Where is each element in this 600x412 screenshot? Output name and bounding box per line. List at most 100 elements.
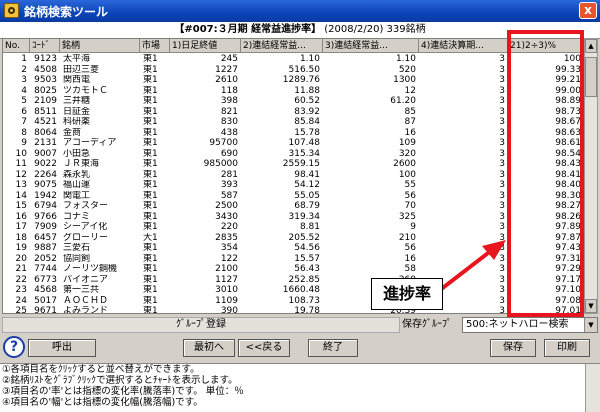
grid-vertical-scrollbar[interactable]: ▲ ▼ — [584, 38, 598, 314]
cell-recurring-plan: 2600 — [393, 159, 416, 169]
cell-close: 118 — [220, 85, 238, 96]
save-group-select[interactable]: 500:ネットハロー検索 ▼ — [462, 317, 598, 333]
back-button[interactable]: <<戻る — [238, 339, 290, 357]
print-button[interactable]: 印刷 — [544, 339, 590, 357]
call-button[interactable]: 呼出 — [28, 339, 96, 357]
cell-no: 7 — [21, 117, 27, 127]
cell-no: 13 — [15, 180, 27, 190]
table-row[interactable]: 17 7909 シーアイ化 東1 220 8.81 9 3 97.89 — [3, 222, 583, 233]
button-row: ? 呼出 最初へ <<戻る 終了 保存 印刷 — [0, 336, 600, 362]
table-row[interactable]: 4 8025 ツカモトＣ 東1 118 11.88 12 3 99.00 — [3, 85, 583, 97]
cell-fiscal: 3 — [499, 211, 505, 222]
table-row[interactable]: 20 2052 協同飼 東1 122 15.57 16 3 97.31 — [3, 253, 583, 265]
cell-market: 東1 — [143, 117, 158, 127]
table-row[interactable]: 7 4521 科研薬 東1 830 85.84 87 3 98.67 — [3, 117, 583, 128]
help-scrollbar[interactable] — [585, 364, 600, 412]
table-row[interactable]: 25 9671 よみランド 東1 390 19.78 20.39 3 97.01 — [3, 306, 583, 314]
column-header[interactable]: 1)日足終値 — [170, 39, 241, 53]
cell-recurring-plan: 1.10 — [395, 54, 416, 64]
cell-name: 三井糖 — [63, 96, 91, 106]
scroll-up-icon[interactable]: ▲ — [585, 39, 597, 53]
cell-name: フォスター — [63, 201, 109, 211]
table-row[interactable]: 245017ＡＯＣＨＤ東11109108.73112397.08 — [3, 296, 583, 307]
help-icon[interactable]: ? — [3, 336, 25, 358]
cell-code: 2131 — [34, 138, 57, 148]
cell-name: コナミ — [63, 211, 91, 222]
cell-close: 281 — [220, 169, 238, 180]
cell-recurring-forecast: 54.12 — [294, 180, 320, 190]
scroll-down-icon[interactable]: ▼ — [585, 299, 597, 313]
column-header[interactable]: 4)連結決算期... — [419, 39, 508, 53]
scroll-thumb[interactable] — [585, 57, 597, 97]
table-row[interactable]: 16 9766 コナミ 東1 3430 319.34 325 3 98.26 — [3, 211, 583, 223]
cell-code: 6457 — [34, 232, 57, 243]
table-row[interactable]: 10 9007 小田急 東1 690 315.34 320 3 98.54 — [3, 148, 583, 160]
cell-market: 大1 — [143, 232, 158, 243]
column-header[interactable]: 2)連結経常益... — [241, 39, 323, 53]
table-row[interactable]: 13 9075 福山運 東1 393 54.12 55 3 98.40 — [3, 180, 583, 191]
cell-recurring-forecast: 252.85 — [288, 274, 321, 285]
table-row[interactable]: 234568第一三共東130101660.481710397.10 — [3, 285, 583, 296]
cell-recurring-plan: 9 — [410, 222, 416, 232]
table-row[interactable]: 9 2131 アコーディア 東1 95700 107.48 109 3 98.61 — [3, 138, 583, 149]
cell-code: 2264 — [34, 169, 57, 180]
table-row[interactable]: 3 9503 関西電 東1 2610 1289.76 1300 3 99.21 — [3, 75, 583, 86]
first-button[interactable]: 最初へ — [183, 339, 235, 357]
column-header[interactable]: No. — [3, 39, 30, 53]
group-register-button[interactable]: ｸﾞﾙｰﾌﾟ登録 — [2, 317, 400, 333]
results-grid[interactable]: No. ｺｰﾄﾞ 銘柄 市場 1)日足終値 2)連結経常益... 3)連結経常益... 4)連… — [2, 38, 584, 314]
column-header[interactable]: 3)連結経常益... — [323, 39, 419, 53]
table-row[interactable]: 8 8064 金商 東1 438 15.78 16 3 98.63 — [3, 127, 583, 139]
cell-market: 東1 — [143, 138, 158, 148]
table-row[interactable]: 14 1942 関電工 東1 587 55.05 56 3 98.30 — [3, 191, 583, 202]
app-icon — [4, 3, 19, 18]
cell-code: 4508 — [34, 64, 57, 75]
table-row[interactable]: 2 4508 田辺三菱 東1 1227 516.50 520 3 99.33 — [3, 64, 583, 76]
cell-name: アコーディア — [63, 138, 117, 148]
cell-code: 2109 — [34, 96, 57, 106]
cell-market: 東1 — [143, 274, 158, 285]
cell-fiscal: 3 — [499, 169, 505, 180]
cell-code: 9022 — [34, 159, 57, 169]
cell-name: よみランド — [63, 306, 109, 314]
cell-recurring-forecast: 15.57 — [294, 253, 320, 264]
close-button[interactable]: x — [579, 2, 597, 19]
cell-recurring-forecast: 68.79 — [294, 201, 320, 211]
cell-recurring-plan: 55 — [404, 180, 416, 190]
cell-code: 9007 — [34, 148, 57, 159]
table-row[interactable]: 5 2109 三井糖 東1 398 60.52 61.20 3 98.89 — [3, 96, 583, 107]
table-row[interactable]: 18 6457 グローリー 大1 2835 205.52 210 3 97.87 — [3, 232, 583, 244]
search-name: 【#007:３月期 経常益進捗率】 — [174, 24, 322, 35]
chevron-down-icon[interactable]: ▼ — [584, 318, 597, 332]
cell-no: 11 — [15, 159, 27, 169]
column-header[interactable]: 銘柄 — [60, 39, 140, 53]
cell-name: 小田急 — [63, 148, 91, 159]
cell-name: 日証金 — [63, 106, 91, 117]
cell-fiscal: 3 — [499, 106, 505, 117]
table-row[interactable]: 11 9022 ＪＲ東海 東1 985000 2559.15 2600 3 98.43 — [3, 159, 583, 170]
cell-recurring-plan: 16 — [404, 253, 416, 264]
cell-fiscal: 3 — [499, 201, 505, 211]
table-row[interactable]: 21 7744 ノーリツ鋼機 東1 2100 56.43 58 3 97.29 — [3, 264, 583, 275]
cell-name: グローリー — [63, 232, 109, 243]
end-button[interactable]: 終了 — [308, 339, 358, 357]
cell-no: 17 — [15, 222, 27, 232]
table-row[interactable]: 6 8511 日証金 東1 821 83.92 85 3 98.73 — [3, 106, 583, 118]
cell-name: 森永乳 — [63, 169, 91, 180]
cell-code: 8064 — [34, 127, 57, 138]
cell-code: 8025 — [34, 85, 57, 96]
table-row[interactable]: 12 2264 森永乳 東1 281 98.41 100 3 98.41 — [3, 169, 583, 181]
save-button[interactable]: 保存 — [490, 339, 536, 357]
column-header[interactable]: ｺｰﾄﾞ — [30, 39, 60, 53]
cell-code: 7744 — [34, 264, 57, 274]
table-row[interactable]: 1 9123 太平海 東1 245 1.10 1.10 3 100 — [3, 54, 583, 65]
cell-market: 東1 — [143, 253, 158, 264]
table-row[interactable]: 15 6794 フォスター 東1 2500 68.79 70 3 98.27 — [3, 201, 583, 212]
cell-no: 12 — [15, 169, 27, 180]
cell-no: 20 — [15, 253, 27, 264]
column-header[interactable]: 市場 — [140, 39, 170, 53]
table-row[interactable]: 226773パイオニア東11127252.85260397.17 — [3, 274, 583, 286]
table-row[interactable]: 19 9887 三愛石 東1 354 54.56 56 3 97.43 — [3, 243, 583, 254]
cell-no: 25 — [15, 306, 27, 314]
cell-name: 科研薬 — [63, 117, 91, 127]
